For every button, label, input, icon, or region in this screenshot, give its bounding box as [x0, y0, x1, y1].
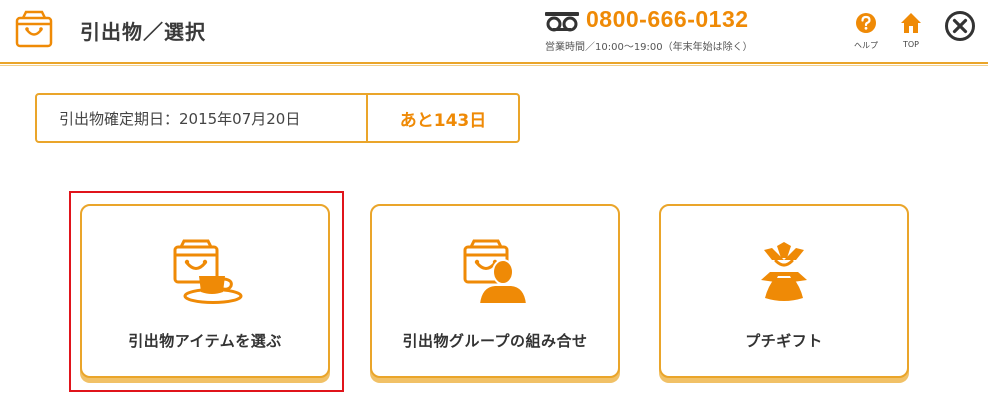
bag-with-cup-icon [173, 239, 243, 304]
petit-gift-icon [761, 242, 807, 301]
option-label: プチギフト [745, 332, 823, 350]
days-remaining: あと143日 [399, 110, 487, 131]
app-header: 引出物／選択 0800-666-0132 営業時間／10:00〜19:00（年末… [0, 0, 988, 62]
option-card-group-combination[interactable]: 引出物グループの組み合せ [370, 204, 620, 378]
free-dial-icon [545, 12, 579, 32]
option-label: 引出物アイテムを選ぶ [128, 332, 282, 350]
question-icon [856, 13, 876, 33]
deadline-box: 引出物確定期日：2015年07月20日 あと143日 [35, 93, 520, 143]
help-button[interactable]: ヘルプ [848, 12, 884, 56]
option-label: 引出物グループの組み合せ [402, 332, 588, 350]
home-icon [901, 13, 921, 33]
top-button[interactable]: TOP [893, 12, 929, 56]
business-hours: 営業時間／10:00〜19:00（年末年始は除く） [545, 42, 753, 53]
deadline-date: 引出物確定期日：2015年07月20日 [37, 95, 368, 141]
option-card-select-items[interactable]: 引出物アイテムを選ぶ [80, 204, 330, 378]
help-label: ヘルプ [854, 41, 878, 50]
close-icon[interactable] [944, 10, 976, 42]
header-divider [0, 62, 988, 66]
page-title: 引出物／選択 [80, 20, 206, 44]
top-label: TOP [902, 40, 919, 49]
option-card-petit-gift[interactable]: プチギフト [659, 204, 909, 378]
phone-number[interactable]: 0800-666-0132 [586, 6, 749, 33]
bag-with-person-icon [463, 239, 529, 305]
shopping-bag-icon [15, 10, 53, 48]
